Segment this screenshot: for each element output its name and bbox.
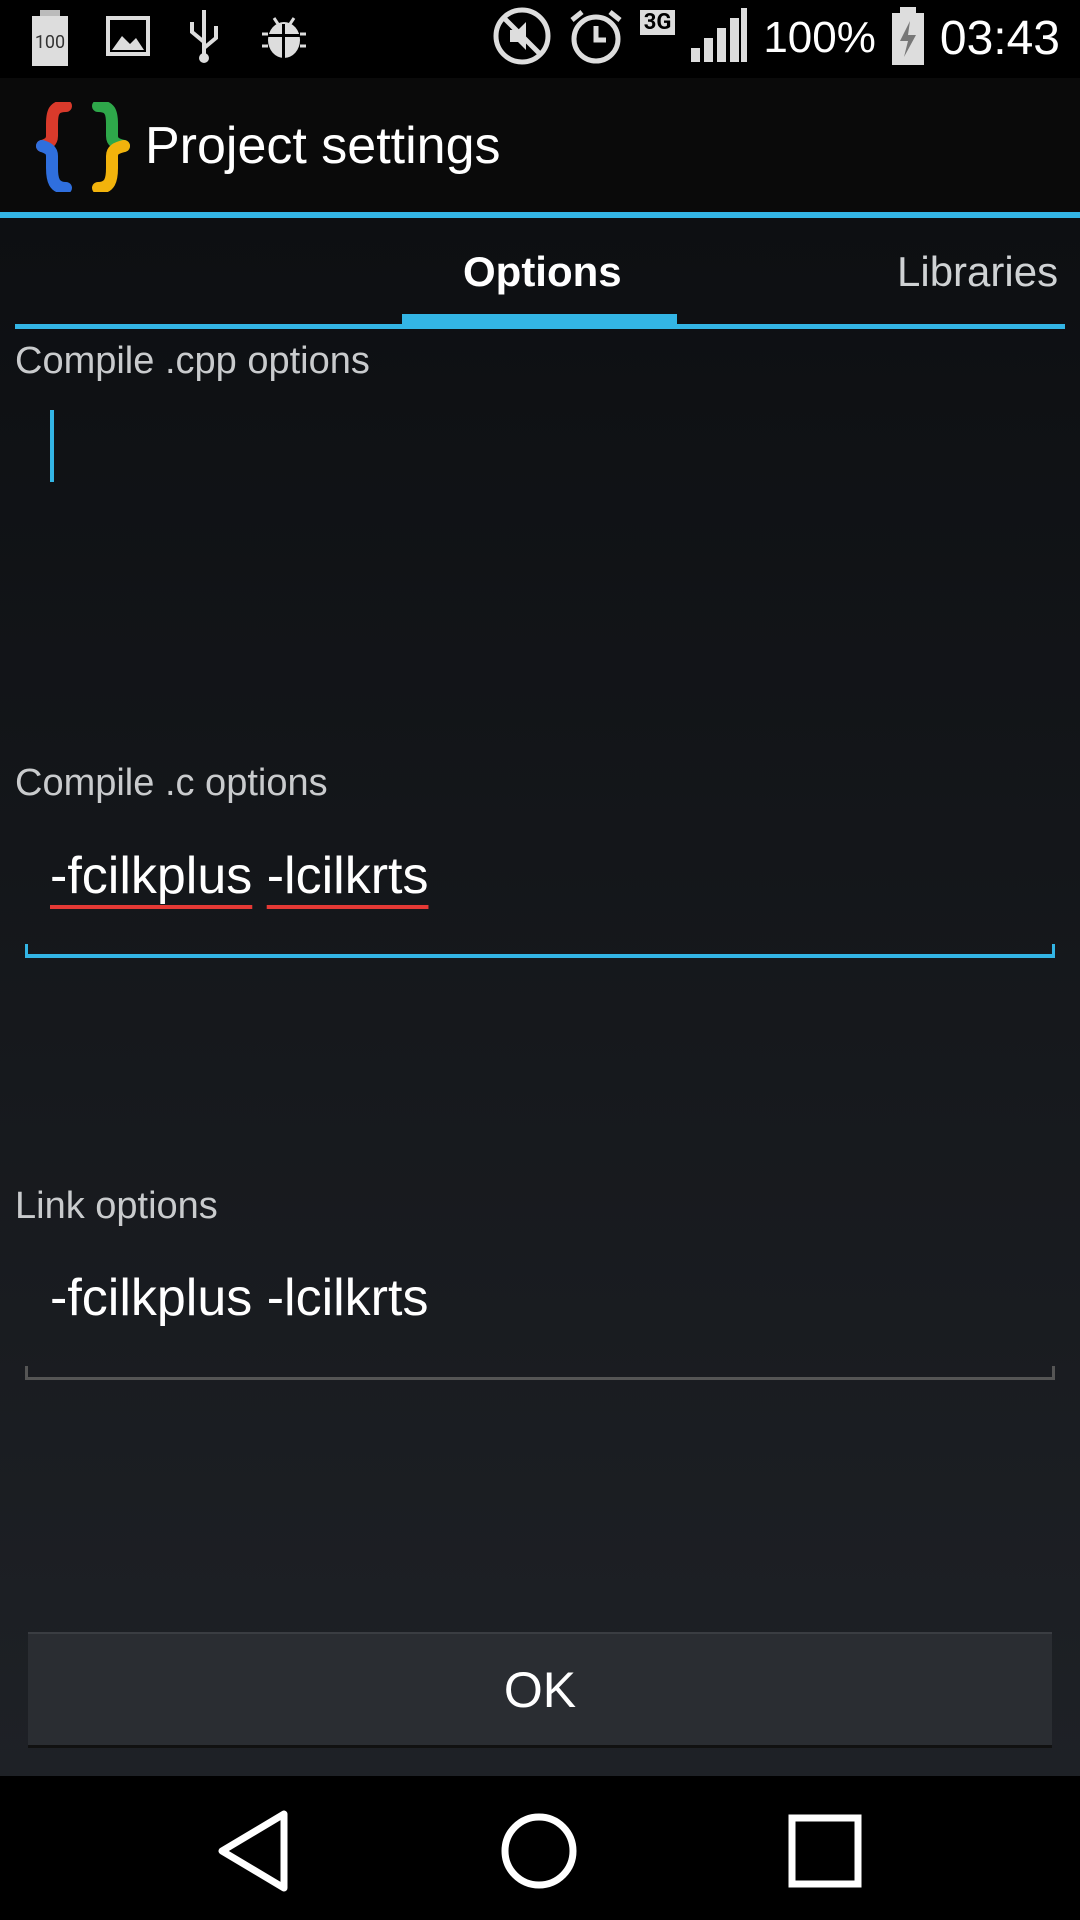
signal-icon xyxy=(689,8,749,68)
settings-content: Options Libraries Compile .cpp options C… xyxy=(0,218,1080,1805)
app-logo-icon xyxy=(36,100,132,194)
alarm-icon xyxy=(566,6,626,70)
link-options-label: Link options xyxy=(15,1185,218,1227)
action-bar: Project settings xyxy=(0,78,1080,212)
home-icon[interactable] xyxy=(494,1806,584,1896)
tab-underline xyxy=(15,324,1065,329)
image-icon xyxy=(106,14,150,62)
ok-button[interactable]: OK xyxy=(28,1632,1052,1748)
mute-icon xyxy=(492,6,552,70)
battery-charging-icon xyxy=(890,7,926,69)
tab-bar: Options Libraries xyxy=(0,218,1080,330)
debug-icon xyxy=(258,10,310,66)
battery-notification-icon: 100 xyxy=(30,10,70,66)
tab-options[interactable]: Options xyxy=(463,248,622,296)
clock: 03:43 xyxy=(939,11,1060,65)
text-cursor xyxy=(50,410,54,482)
cpp-options-label: Compile .cpp options xyxy=(15,340,370,382)
c-option-lcilkrts: -lcilkrts xyxy=(266,847,429,905)
network-type-badge: 3G xyxy=(639,10,676,35)
c-option-fcilkplus: -fcilkplus xyxy=(50,847,253,905)
navigation-bar xyxy=(0,1776,1080,1920)
status-bar: 100 3G 100% 03:43 xyxy=(0,0,1080,76)
recent-apps-icon[interactable] xyxy=(780,1806,870,1896)
battery-percent: 100% xyxy=(763,13,876,62)
link-options-value: -fcilkplus -lcilkrts xyxy=(50,1269,429,1327)
usb-icon xyxy=(186,8,222,68)
back-icon[interactable] xyxy=(212,1806,302,1896)
tab-libraries[interactable]: Libraries xyxy=(897,248,1058,296)
c-options-label: Compile .c options xyxy=(15,762,328,804)
c-options-value: -fcilkplus -lcilkrts xyxy=(50,846,428,906)
page-title: Project settings xyxy=(145,117,501,175)
